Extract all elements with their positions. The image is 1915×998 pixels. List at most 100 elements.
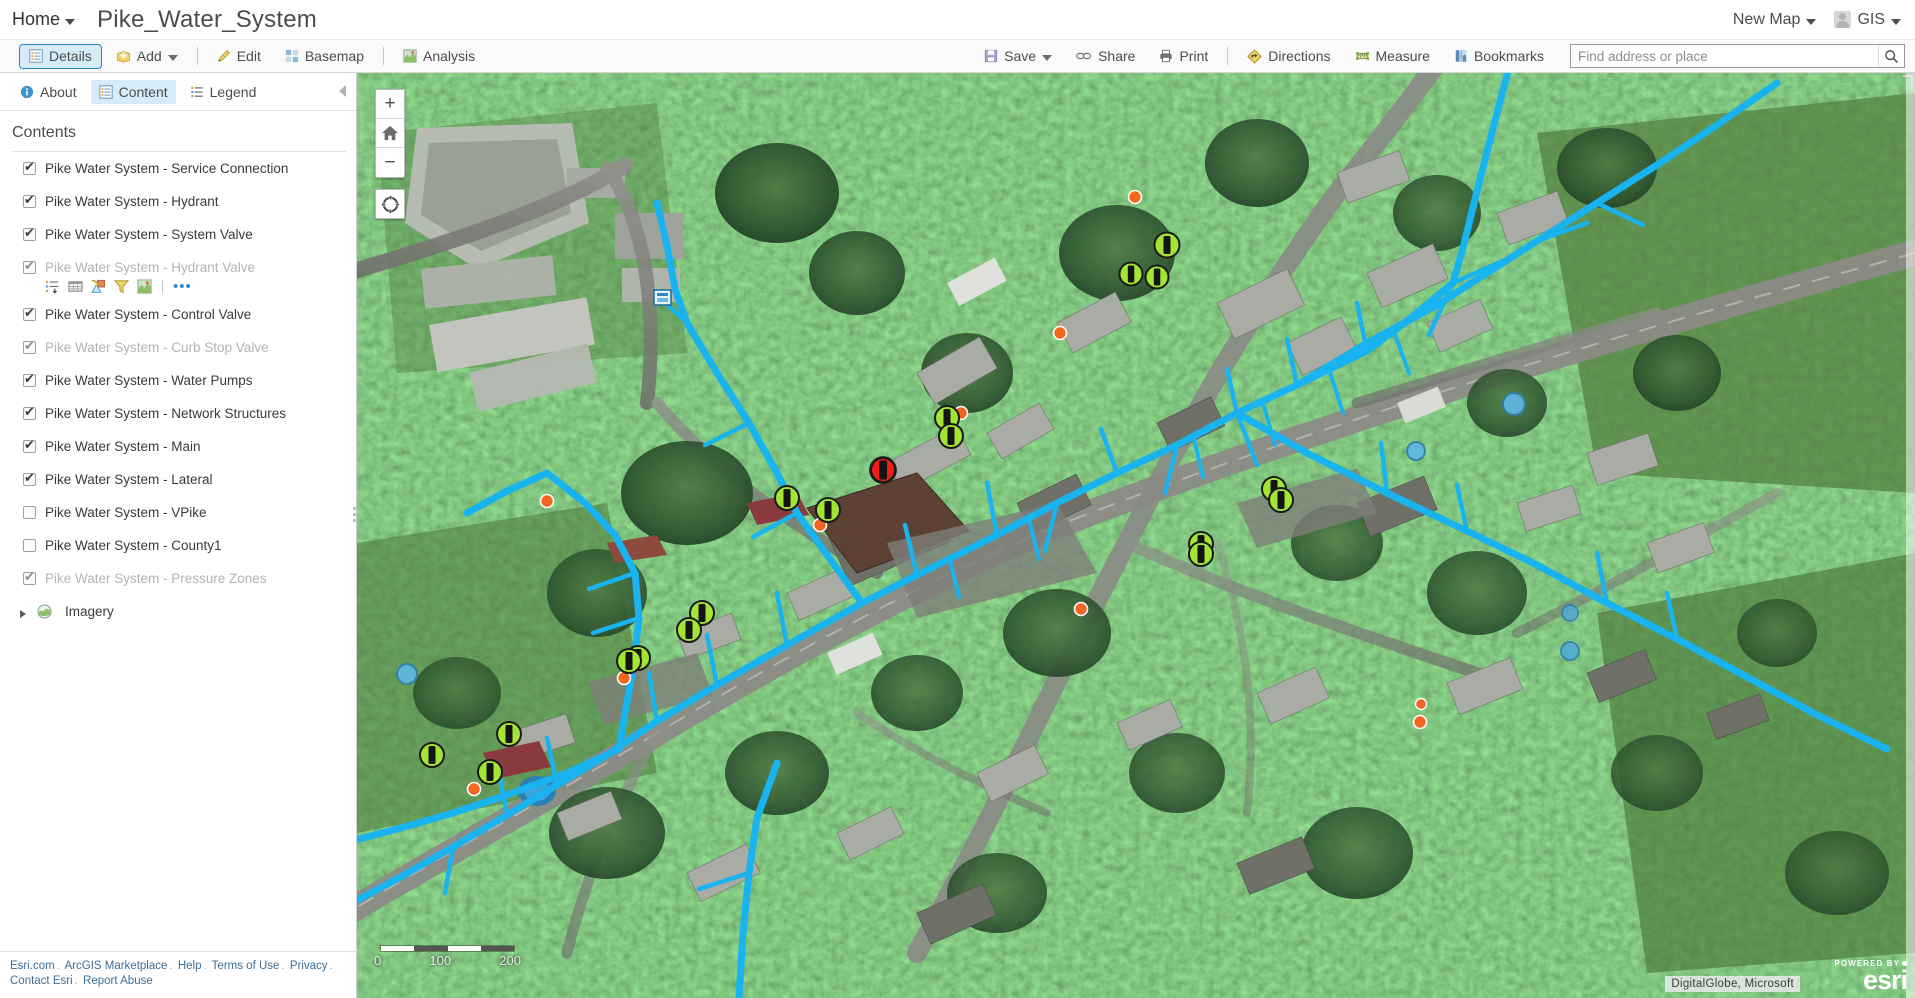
measure-button[interactable]: Measure — [1345, 44, 1440, 69]
layer-label: Pike Water System - Water Pumps — [45, 373, 253, 388]
contents-heading: Contents — [12, 124, 77, 141]
layer-visibility-checkbox[interactable] — [23, 305, 36, 321]
layer-visibility-checkbox[interactable] — [23, 404, 36, 420]
tab-content[interactable]: Content — [90, 79, 176, 104]
edit-button[interactable]: Edit — [207, 44, 271, 69]
layer-visibility-checkbox[interactable] — [23, 506, 36, 519]
footer-link-contact-esri[interactable]: Contact Esri — [10, 975, 73, 987]
tab-about[interactable]: About — [12, 80, 85, 104]
chevron-down-icon — [1891, 18, 1901, 25]
info-icon — [20, 85, 34, 99]
layer-item-pressure-zones[interactable]: Pike Water System - Pressure Zones — [12, 562, 346, 595]
layer-visibility-checkbox[interactable] — [23, 539, 36, 552]
layer-visibility-checkbox[interactable] — [23, 338, 36, 354]
layer-item-system-valve[interactable]: Pike Water System - System Valve — [12, 218, 346, 251]
layer-label: Pike Water System - Network Structures — [45, 406, 287, 421]
layer-visibility-checkbox[interactable] — [23, 371, 36, 387]
account-menu[interactable]: GIS — [1834, 11, 1901, 29]
analysis-button[interactable]: Analysis — [393, 44, 485, 69]
panel-footer: Esri.com. ArcGIS Marketplace. Help. Term… — [0, 951, 357, 998]
layer-visibility-checkbox[interactable] — [23, 192, 36, 208]
map-scrollbar[interactable] — [1906, 73, 1915, 998]
contents-panel: About Content Legend Contents Pike Water… — [0, 73, 357, 998]
new-map-label: New Map — [1732, 10, 1801, 28]
locate-button[interactable] — [375, 189, 405, 219]
layer-item-network-structures[interactable]: Pike Water System - Network Structures — [12, 397, 346, 430]
toolbar-divider — [1227, 47, 1229, 65]
basemap-button[interactable]: Basemap — [275, 44, 374, 69]
footer-link-privacy[interactable]: Privacy — [290, 960, 328, 972]
chevron-down-icon — [65, 18, 76, 25]
legend-icon — [190, 85, 204, 99]
layer-item-vpike[interactable]: Pike Water System - VPike — [12, 496, 346, 529]
app-header: Home Pike_Water_System New Map GIS — [0, 0, 1915, 40]
map-view[interactable]: + − 0 100 200 DigitalGlobe, Microsoft PO… — [357, 73, 1915, 998]
directions-icon — [1247, 48, 1262, 64]
details-icon — [29, 49, 43, 63]
layer-visibility-checkbox[interactable] — [23, 258, 36, 274]
edit-label: Edit — [236, 48, 261, 64]
layer-visibility-checkbox[interactable] — [23, 225, 36, 241]
layer-item-curb-stop-valve[interactable]: Pike Water System - Curb Stop Valve — [12, 331, 346, 364]
layer-item-main[interactable]: Pike Water System - Main — [12, 430, 346, 463]
layer-item-service-connection[interactable]: Pike Water System - Service Connection — [12, 152, 346, 185]
search-input[interactable] — [1571, 45, 1878, 67]
tab-legend[interactable]: Legend — [182, 80, 265, 104]
home-menu[interactable]: Home — [12, 9, 76, 30]
layer-visibility-checkbox[interactable] — [23, 569, 36, 585]
details-label: Details — [49, 48, 92, 64]
content-icon — [99, 84, 113, 99]
layer-item-control-valve[interactable]: Pike Water System - Control Valve — [12, 298, 346, 331]
chevron-right-icon[interactable] — [20, 609, 26, 618]
home-extent-button[interactable] — [376, 119, 404, 148]
layer-label: Pike Water System - Service Connection — [45, 161, 289, 176]
share-label: Share — [1098, 48, 1136, 64]
share-button[interactable]: Share — [1066, 44, 1145, 69]
footer-link-marketplace[interactable]: ArcGIS Marketplace — [65, 960, 168, 972]
tab-legend-label: Legend — [209, 83, 257, 100]
layer-item-water-pumps[interactable]: Pike Water System - Water Pumps — [12, 364, 346, 397]
add-label: Add — [136, 48, 162, 64]
layer-label: Pike Water System - VPike — [45, 505, 207, 520]
footer-link-terms[interactable]: Terms of Use — [212, 960, 280, 972]
scale-tick-2: 200 — [499, 953, 521, 968]
bookmarks-button[interactable]: Bookmarks — [1444, 44, 1554, 69]
scale-bar-ticks: 0 100 200 — [374, 953, 521, 968]
layer-visibility-checkbox[interactable] — [23, 159, 36, 175]
add-button[interactable]: Add — [106, 44, 188, 69]
layer-item-imagery[interactable]: Imagery — [12, 595, 346, 628]
zoom-in-button[interactable]: + — [376, 90, 404, 119]
footer-link-esri-com[interactable]: Esri.com — [10, 960, 55, 972]
details-button[interactable]: Details — [19, 43, 102, 69]
layer-item-county1[interactable]: Pike Water System - County1 — [12, 529, 346, 562]
layer-label: Pike Water System - Hydrant — [45, 194, 219, 209]
layer-visibility-checkbox[interactable] — [23, 470, 36, 486]
footer-link-report-abuse[interactable]: Report Abuse — [83, 975, 153, 987]
save-button[interactable]: Save — [974, 44, 1062, 69]
locate-crosshair-icon — [380, 194, 400, 214]
toolbar-divider — [383, 47, 384, 65]
layer-visibility-checkbox[interactable] — [23, 437, 36, 453]
layer-item-lateral[interactable]: Pike Water System - Lateral — [12, 463, 346, 496]
zoom-out-button[interactable]: − — [376, 148, 404, 177]
bookmarks-label: Bookmarks — [1473, 48, 1544, 64]
printer-icon — [1159, 49, 1173, 63]
layer-label: Pike Water System - Control Valve — [45, 307, 252, 322]
scale-bar: 0 100 200 — [374, 945, 521, 968]
layer-label: Pike Water System - System Valve — [45, 227, 253, 242]
layer-item-hydrant[interactable]: Pike Water System - Hydrant — [12, 185, 346, 218]
footer-link-help[interactable]: Help — [178, 960, 202, 972]
pencil-icon — [217, 49, 231, 63]
print-label: Print — [1179, 48, 1209, 64]
footer-separator: . — [74, 975, 78, 987]
print-button[interactable]: Print — [1149, 44, 1218, 69]
search-button[interactable] — [1878, 45, 1904, 67]
directions-button[interactable]: Directions — [1237, 44, 1340, 69]
layer-label: Pike Water System - Curb Stop Valve — [45, 340, 269, 355]
esri-wordmark: esri — [1862, 965, 1908, 995]
layer-label: Pike Water System - Pressure Zones — [45, 571, 267, 586]
new-map-menu[interactable]: New Map — [1733, 11, 1817, 29]
layer-item-hydrant-valve[interactable]: Pike Water System - Hydrant Valve — [12, 251, 346, 284]
chevron-down-icon — [167, 55, 178, 61]
collapse-panel-button[interactable] — [339, 85, 346, 97]
